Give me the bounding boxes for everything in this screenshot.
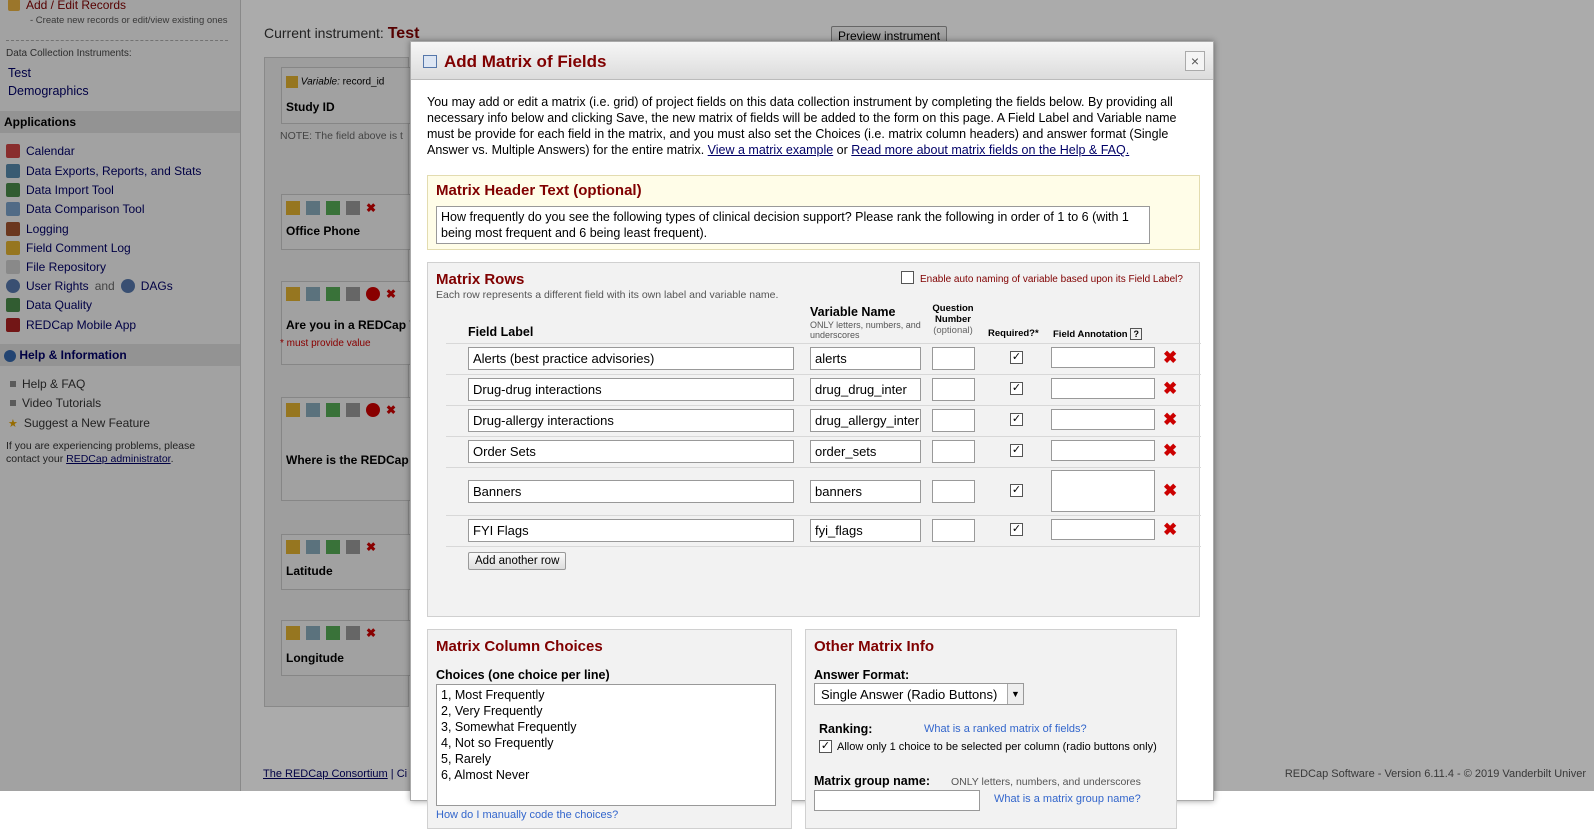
ranking-label: Ranking: xyxy=(819,722,873,736)
row-label-input[interactable]: Banners xyxy=(468,480,794,503)
row-annotation-input[interactable] xyxy=(1051,519,1155,540)
row-question-input[interactable] xyxy=(932,378,975,401)
choices-textarea[interactable]: 1, Most Frequently 2, Very Frequently 3,… xyxy=(436,684,776,806)
view-example-link[interactable]: View a matrix example xyxy=(708,143,834,157)
row-delete-icon[interactable]: ✖ xyxy=(1163,411,1177,428)
row-variable-input[interactable]: alerts xyxy=(810,347,921,370)
row-label-input[interactable]: Order Sets xyxy=(468,440,794,463)
answer-format-label: Answer Format: xyxy=(814,668,910,682)
col-question-label: Question Number xyxy=(932,303,974,325)
col-question: Question Number (optional) xyxy=(928,303,978,336)
row-required-checkbox[interactable]: ✓ xyxy=(1010,484,1023,497)
auto-naming-label: Enable auto naming of variable based upo… xyxy=(920,274,1183,285)
choices-label: Choices (one choice per line) xyxy=(436,668,610,682)
row-required-checkbox[interactable]: ✓ xyxy=(1010,444,1023,457)
matrix-icon xyxy=(423,55,437,68)
row-variable-input[interactable]: drug_allergy_inter xyxy=(810,409,921,432)
row-divider xyxy=(446,343,1201,344)
col-annotation: Field Annotation ? xyxy=(1053,328,1143,340)
answer-format-value: Single Answer (Radio Buttons) xyxy=(821,687,998,702)
group-name-help-link[interactable]: What is a matrix group name? xyxy=(994,793,1141,805)
row-label-input[interactable]: Drug-allergy interactions xyxy=(468,409,794,432)
choices-title: Matrix Column Choices xyxy=(436,638,603,655)
matrix-rows-section: Matrix Rows Each row represents a differ… xyxy=(427,262,1201,617)
group-name-label: Matrix group name: xyxy=(814,774,930,788)
row-variable-input[interactable]: fyi_flags xyxy=(810,519,921,542)
row-annotation-input[interactable] xyxy=(1051,470,1155,512)
row-question-input[interactable] xyxy=(932,480,975,503)
row-delete-icon[interactable]: ✖ xyxy=(1163,442,1177,459)
other-info-title: Other Matrix Info xyxy=(814,638,935,655)
choice-line: 1, Most Frequently xyxy=(441,688,545,702)
row-question-input[interactable] xyxy=(932,440,975,463)
row-annotation-input[interactable] xyxy=(1051,440,1155,461)
group-name-hint: ONLY letters, numbers, and underscores xyxy=(951,776,1141,788)
choice-line: 4, Not so Frequently xyxy=(441,736,554,750)
close-button[interactable]: × xyxy=(1185,51,1205,71)
row-required-checkbox[interactable]: ✓ xyxy=(1010,413,1023,426)
add-row-button[interactable]: Add another row xyxy=(468,552,567,570)
row-annotation-input[interactable] xyxy=(1051,347,1155,368)
row-required-checkbox[interactable]: ✓ xyxy=(1010,523,1023,536)
row-annotation-input[interactable] xyxy=(1051,409,1155,430)
col-variable-hint: ONLY letters, numbers, and underscores xyxy=(810,320,921,340)
header-text-input[interactable]: How frequently do you see the following … xyxy=(436,206,1150,244)
row-variable-input[interactable]: banners xyxy=(810,480,921,503)
row-required-checkbox[interactable]: ✓ xyxy=(1010,351,1023,364)
ranking-option-label: Allow only 1 choice to be selected per c… xyxy=(837,741,1157,753)
row-delete-icon[interactable]: ✖ xyxy=(1163,380,1177,397)
manual-code-link[interactable]: How do I manually code the choices? xyxy=(436,809,618,821)
row-divider xyxy=(446,515,1201,516)
choice-line: 6, Almost Never xyxy=(441,768,530,782)
chevron-down-icon: ▼ xyxy=(1007,684,1023,704)
other-matrix-info-section: Other Matrix Info Answer Format: Single … xyxy=(805,629,1177,829)
header-text-section: Matrix Header Text (optional) How freque… xyxy=(427,175,1200,250)
read-more-link[interactable]: Read more about matrix fields on the Hel… xyxy=(851,143,1129,157)
column-choices-section: Matrix Column Choices Choices (one choic… xyxy=(427,629,792,829)
row-divider xyxy=(446,436,1201,437)
row-question-input[interactable] xyxy=(932,347,975,370)
row-divider xyxy=(446,467,1201,468)
row-delete-icon[interactable]: ✖ xyxy=(1163,349,1177,366)
matrix-rows-title: Matrix Rows xyxy=(436,271,525,288)
add-matrix-dialog: Add Matrix of Fields × You may add or ed… xyxy=(410,41,1214,829)
header-text-title: Matrix Header Text (optional) xyxy=(436,182,642,199)
auto-naming-checkbox[interactable] xyxy=(901,271,914,284)
row-question-input[interactable] xyxy=(932,409,975,432)
row-delete-icon[interactable]: ✖ xyxy=(1163,482,1177,499)
choice-line: 2, Very Frequently xyxy=(441,704,543,718)
row-delete-icon[interactable]: ✖ xyxy=(1163,521,1177,538)
annotation-help-icon[interactable]: ? xyxy=(1130,328,1143,340)
row-divider xyxy=(446,405,1201,406)
col-annotation-label: Field Annotation xyxy=(1053,329,1128,340)
row-divider xyxy=(446,546,1201,547)
choice-line: 5, Rarely xyxy=(441,752,492,766)
col-field-label: Field Label xyxy=(468,325,534,339)
row-divider xyxy=(446,374,1201,375)
ranking-help-link[interactable]: What is a ranked matrix of fields? xyxy=(924,723,1087,735)
matrix-rows-sub: Each row represents a different field wi… xyxy=(436,289,779,301)
row-required-checkbox[interactable]: ✓ xyxy=(1010,382,1023,395)
or-text: or xyxy=(836,143,848,157)
answer-format-select[interactable]: Single Answer (Radio Buttons) ▼ xyxy=(814,683,1024,705)
row-question-input[interactable] xyxy=(932,519,975,542)
choice-line: 3, Somewhat Frequently xyxy=(441,720,577,734)
row-label-input[interactable]: FYI Flags xyxy=(468,519,794,542)
col-variable-name: Variable Name xyxy=(810,305,896,319)
row-annotation-input[interactable] xyxy=(1051,378,1155,399)
group-name-input[interactable] xyxy=(814,790,980,811)
ranking-checkbox[interactable]: ✓ xyxy=(819,740,832,753)
dialog-titlebar: Add Matrix of Fields × xyxy=(411,42,1213,80)
intro-text: You may add or edit a matrix (i.e. grid)… xyxy=(427,94,1202,158)
row-variable-input[interactable]: drug_drug_inter xyxy=(810,378,921,401)
col-required: Required?* xyxy=(988,328,1039,339)
col-question-hint: (optional) xyxy=(933,325,973,336)
dialog-title: Add Matrix of Fields xyxy=(444,52,607,71)
row-label-input[interactable]: Drug-drug interactions xyxy=(468,378,794,401)
row-variable-input[interactable]: order_sets xyxy=(810,440,921,463)
row-label-input[interactable]: Alerts (best practice advisories) xyxy=(468,347,794,370)
